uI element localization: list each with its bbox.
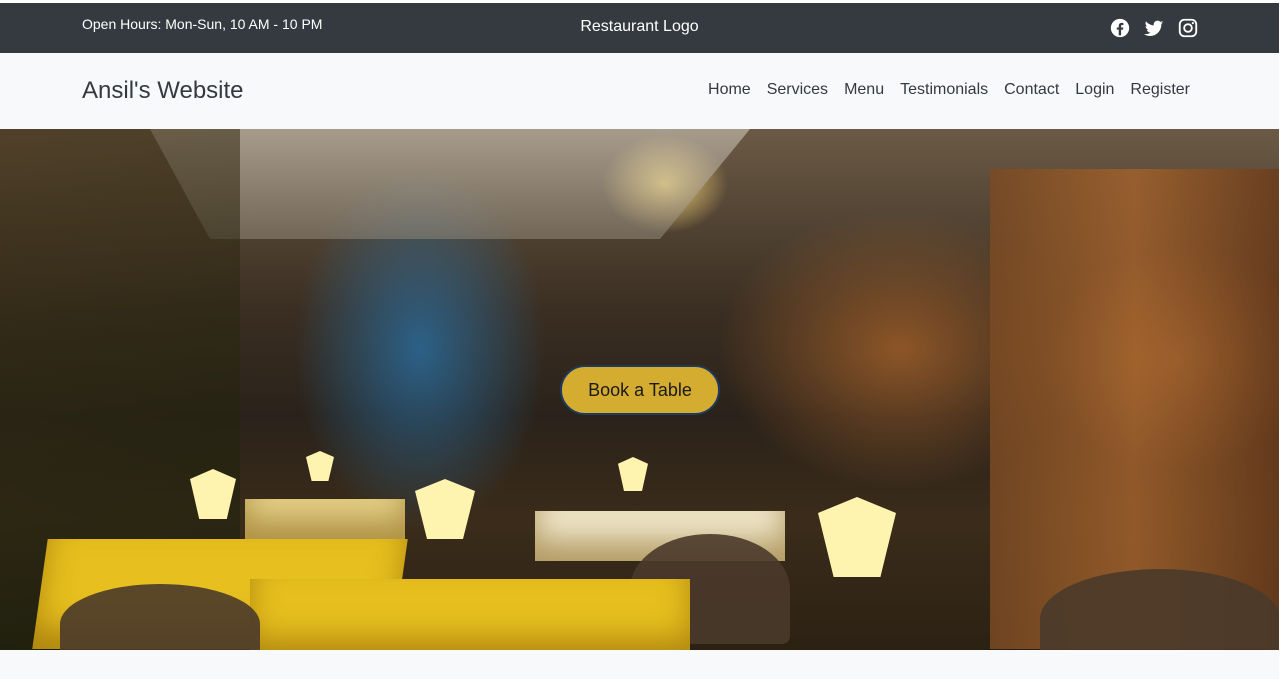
window-edge-right	[1279, 0, 1285, 679]
book-table-button[interactable]: Book a Table	[560, 365, 720, 415]
facebook-icon[interactable]	[1109, 17, 1131, 39]
instagram-icon[interactable]	[1177, 17, 1199, 39]
hero-table	[250, 579, 690, 650]
top-info-bar: Open Hours: Mon-Sun, 10 AM - 10 PM Resta…	[0, 3, 1279, 53]
hero-napkin	[306, 451, 334, 481]
nav-testimonials[interactable]: Testimonials	[900, 81, 988, 99]
hero-napkin	[818, 497, 896, 577]
restaurant-logo[interactable]: Restaurant Logo	[0, 18, 1279, 36]
nav-services[interactable]: Services	[767, 81, 828, 99]
nav-links: Home Services Menu Testimonials Contact …	[708, 81, 1190, 99]
hero-table	[245, 499, 405, 539]
nav-contact[interactable]: Contact	[1004, 81, 1059, 99]
nav-register[interactable]: Register	[1130, 81, 1190, 99]
nav-login[interactable]: Login	[1075, 81, 1114, 99]
nav-menu[interactable]: Menu	[844, 81, 884, 99]
twitter-icon[interactable]	[1143, 17, 1165, 39]
hero-napkin	[618, 457, 648, 491]
hero-napkin	[415, 479, 475, 539]
hero-ceiling	[150, 129, 750, 239]
main-navbar: Ansil's Website Home Services Menu Testi…	[0, 53, 1279, 129]
social-links	[1109, 17, 1199, 39]
nav-home[interactable]: Home	[708, 81, 751, 99]
site-brand[interactable]: Ansil's Website	[82, 77, 244, 105]
hero-restaurant-image: Book a Table	[0, 129, 1279, 650]
